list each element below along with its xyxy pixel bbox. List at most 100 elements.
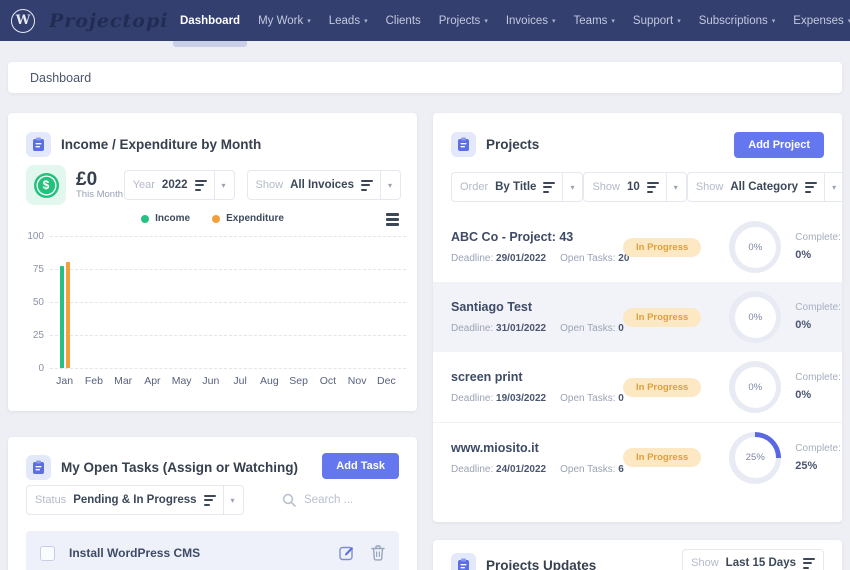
card-title: Projects Updates: [486, 558, 597, 570]
x-tick-label: Jun: [202, 375, 220, 387]
clipboard-icon: [26, 132, 51, 157]
bar-group-apr: [139, 236, 169, 368]
chart-x-axis: Jan Feb Mar Apr May Jun Jul Aug Sep Oct Nov Dec: [50, 375, 401, 387]
task-search: [282, 493, 399, 507]
nav-item-teams[interactable]: Teams ▾: [565, 0, 624, 41]
x-tick-label: Aug: [260, 375, 279, 387]
chart-legend: Income Expenditure: [8, 213, 417, 224]
legend-expenditure[interactable]: Expenditure: [212, 213, 284, 224]
progress-donut: 0%: [729, 361, 782, 413]
status-filter[interactable]: Status Pending & In Progress ▾: [26, 485, 244, 515]
invoices-filter[interactable]: Show All Invoices ▾: [246, 170, 401, 200]
year-filter[interactable]: Year 2022 ▾: [123, 170, 235, 200]
expenditure-dot-icon: [212, 214, 221, 223]
x-tick-label: Jul: [233, 375, 247, 387]
nav-item-subscriptions[interactable]: Subscriptions ▾: [690, 0, 785, 41]
bar-group-jan: [50, 236, 80, 368]
nav-item-projects[interactable]: Projects ▾: [430, 0, 497, 41]
search-icon: [282, 493, 296, 507]
bar-group-jul: [228, 236, 258, 368]
bar-chart: 100 75 50 25 0: [20, 231, 410, 374]
complete-label: Complete:: [795, 232, 841, 244]
task-title[interactable]: Install WordPress CMS: [69, 546, 200, 560]
projects-card: Projects Add Project Order By Title ▾ Sh…: [433, 113, 842, 522]
breadcrumb: Dashboard: [8, 62, 842, 93]
project-title[interactable]: ABC Co - Project: 43: [451, 230, 611, 244]
project-title[interactable]: screen print: [451, 370, 611, 384]
category-filter[interactable]: Show All Category ▾: [686, 172, 842, 202]
chevron-down-icon: ▾: [484, 18, 488, 25]
main-nav: Dashboard My Work ▾ Leads ▾ Clients Projec…: [171, 0, 850, 47]
nav-item-dashboard[interactable]: Dashboard: [171, 0, 249, 47]
projects-updates-card: Projects Updates Show Last 15 Days: [433, 540, 842, 570]
complete-value: 0%: [795, 319, 812, 332]
legend-income[interactable]: Income: [141, 213, 190, 224]
project-row: screen print Deadline: 19/03/2022 Open T…: [433, 352, 842, 422]
bar-group-sep: [287, 236, 317, 368]
card-title: My Open Tasks (Assign or Watching): [61, 460, 299, 475]
nav-item-my-work[interactable]: My Work ▾: [249, 0, 320, 41]
x-tick-label: Dec: [377, 375, 396, 387]
x-tick-label: Nov: [347, 375, 367, 387]
sort-lines-icon: [646, 181, 659, 193]
nav-item-clients[interactable]: Clients: [377, 0, 430, 41]
status-badge: In Progress: [623, 237, 702, 257]
sort-lines-icon: [803, 557, 815, 569]
progress-donut: 25%: [729, 431, 782, 484]
delete-trash-icon[interactable]: [371, 545, 385, 561]
nav-item-expenses[interactable]: Expenses ▾: [784, 0, 850, 41]
order-filter[interactable]: Order By Title ▾: [451, 172, 584, 202]
wordpress-logo-icon[interactable]: W: [11, 8, 35, 33]
chevron-down-icon: ▾: [387, 180, 392, 190]
chevron-down-icon: ▾: [611, 18, 615, 25]
project-title[interactable]: www.miosito.it: [451, 441, 611, 455]
add-task-button[interactable]: Add Task: [322, 453, 399, 479]
income-dot-icon: [141, 214, 150, 223]
x-tick-label: Apr: [144, 375, 161, 387]
show-count-filter[interactable]: Show 10 ▾: [583, 172, 687, 202]
project-row: Santiago Test Deadline: 31/01/2022 Open …: [433, 282, 842, 352]
nav-item-leads[interactable]: Leads ▾: [320, 0, 377, 41]
search-input[interactable]: [304, 494, 399, 506]
x-tick-label: Feb: [84, 375, 103, 387]
chevron-down-icon: ▾: [307, 18, 311, 25]
complete-value: 0%: [795, 249, 812, 262]
chart-bars: [50, 236, 406, 368]
project-title[interactable]: Santiago Test: [451, 300, 611, 314]
bar-group-oct: [317, 236, 347, 368]
nav-item-support[interactable]: Support ▾: [624, 0, 690, 41]
y-tick-label: 0: [38, 363, 44, 374]
sort-lines-icon: [203, 494, 216, 506]
sort-lines-icon: [360, 179, 373, 191]
complete-label: Complete:: [795, 302, 841, 314]
complete-value: 25%: [795, 459, 818, 472]
chevron-down-icon: ▾: [552, 18, 556, 25]
project-row: www.miosito.it Deadline: 24/01/2022 Open…: [433, 422, 842, 492]
card-title: Projects: [486, 137, 540, 152]
progress-donut: 0%: [729, 221, 782, 273]
chevron-down-icon: ▾: [230, 495, 235, 505]
nav-item-invoices[interactable]: Invoices ▾: [497, 0, 565, 41]
y-tick-label: 75: [32, 264, 44, 275]
x-tick-label: Sep: [289, 375, 308, 387]
status-badge: In Progress: [623, 448, 702, 467]
bar-group-aug: [258, 236, 288, 368]
bar-group-dec: [376, 236, 406, 368]
task-checkbox[interactable]: [40, 545, 55, 561]
add-project-button[interactable]: Add Project: [734, 132, 824, 158]
sort-lines-icon: [194, 179, 207, 191]
breadcrumb-label: Dashboard: [30, 70, 92, 85]
bar-group-mar: [109, 236, 139, 368]
y-tick-label: 25: [32, 330, 44, 341]
edit-icon[interactable]: [339, 545, 355, 561]
clipboard-icon: [451, 132, 476, 157]
status-badge: In Progress: [623, 307, 702, 327]
chevron-down-icon: ▾: [673, 182, 678, 192]
updates-period-filter[interactable]: Show Last 15 Days: [682, 549, 824, 570]
x-tick-label: Mar: [114, 375, 133, 387]
complete-label: Complete:: [795, 372, 841, 384]
chart-menu-icon[interactable]: [386, 213, 399, 226]
top-navbar: W Projectopia Dashboard My Work▾ Leads▾ …: [0, 0, 850, 47]
app-logo[interactable]: Projectopia: [49, 10, 167, 32]
income-expenditure-card: Income / Expenditure by Month $ £0 This …: [8, 113, 417, 411]
